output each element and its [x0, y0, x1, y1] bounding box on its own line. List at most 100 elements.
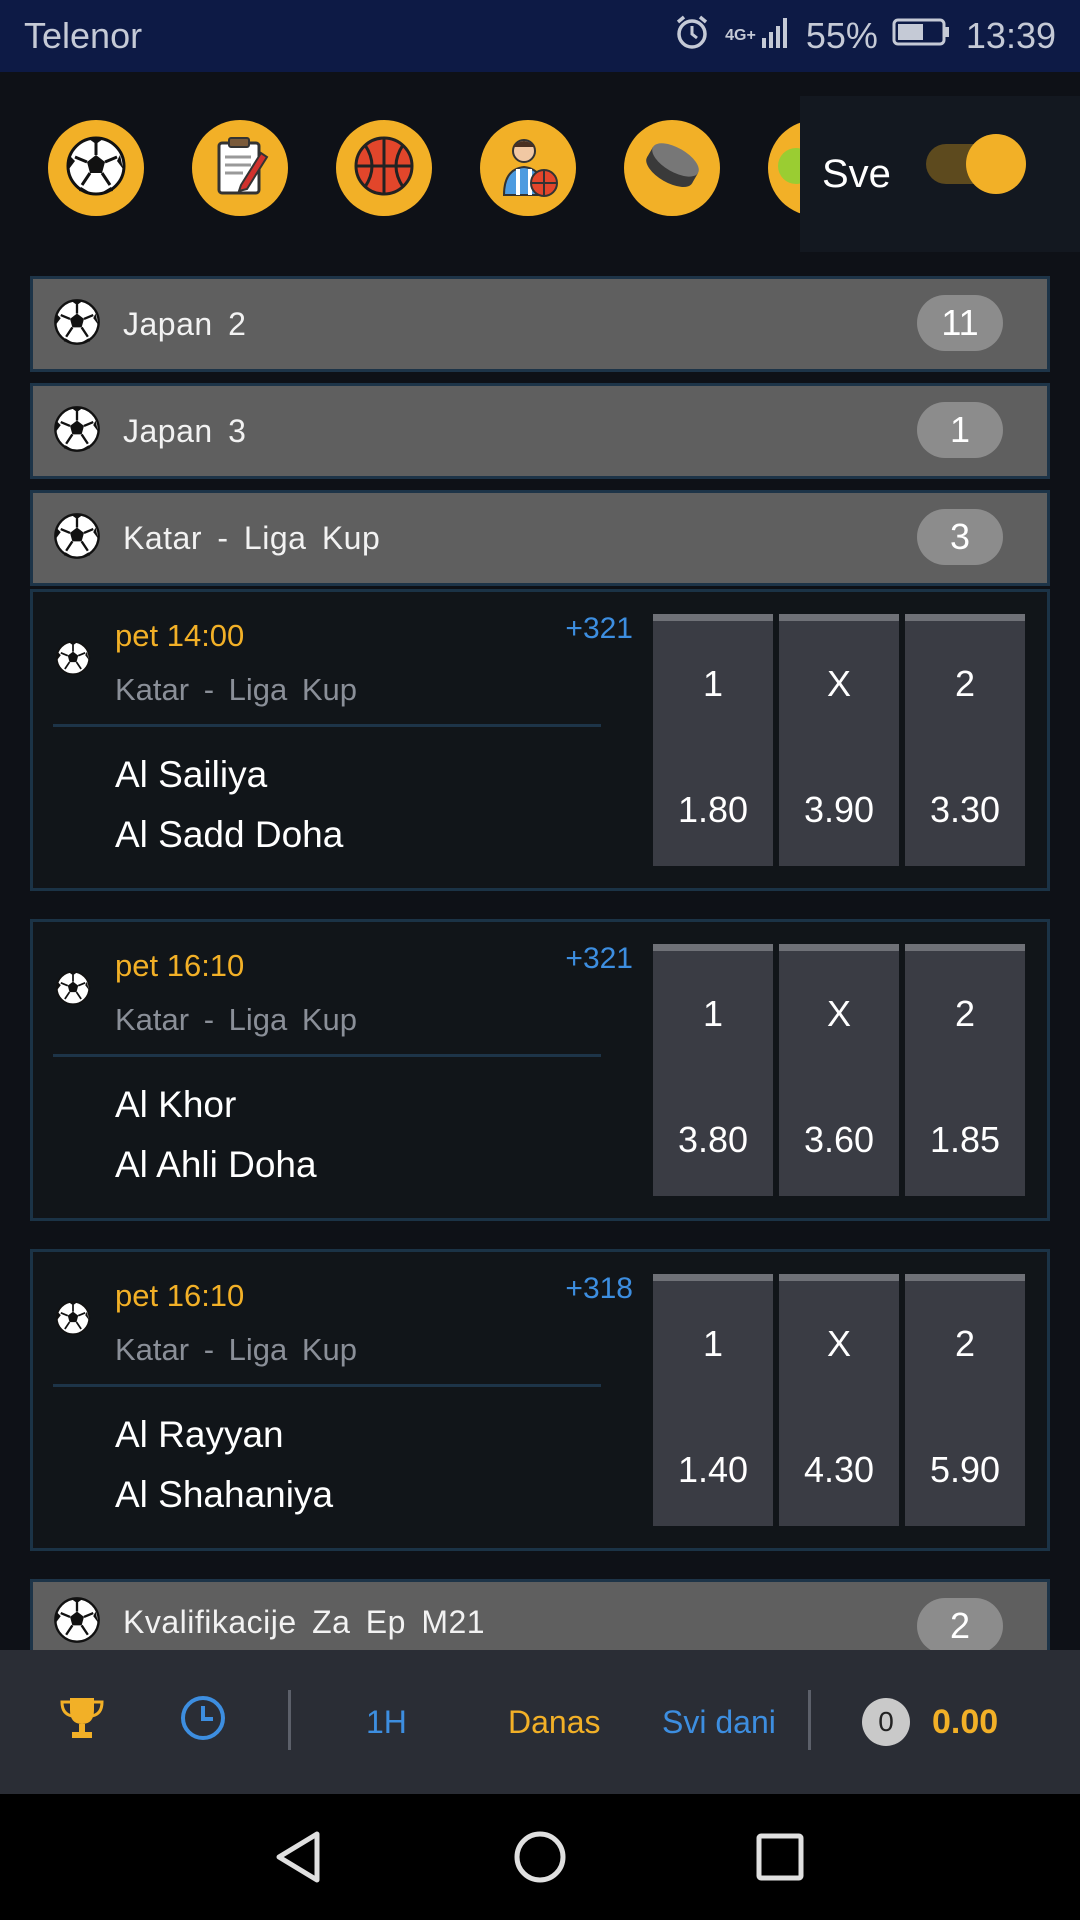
alarm-icon — [673, 13, 711, 60]
odd-label: X — [826, 1323, 851, 1364]
home-nav-button[interactable] — [505, 1822, 575, 1892]
home-team: Al Sailiya — [115, 754, 268, 795]
match-time: pet 16:10 — [115, 948, 245, 983]
sport-hockey-button[interactable] — [624, 120, 720, 216]
away-team: Al Shahaniya — [115, 1474, 334, 1515]
match-card[interactable]: pet 16:10 +318 Katar - Liga Kup Al Rayya… — [30, 1249, 1050, 1551]
away-team: Al Ahli Doha — [115, 1144, 317, 1185]
home-team: Al Rayyan — [115, 1414, 284, 1455]
battery-icon — [892, 15, 952, 57]
odd-value: 3.60 — [803, 1119, 875, 1160]
ticket-icon — [211, 135, 269, 202]
match-card[interactable]: pet 14:00 +321 Katar - Liga Kup Al Saili… — [30, 589, 1050, 891]
match-league: Katar - Liga Kup — [115, 672, 358, 707]
odd-label: 1 — [702, 1323, 724, 1364]
league-match-count: 1 — [917, 402, 1003, 458]
odd-button-away[interactable]: 2 1.85 — [905, 944, 1025, 1196]
sports-carousel[interactable] — [0, 72, 800, 252]
trophy-icon — [58, 1694, 106, 1750]
odd-button-home[interactable]: 1 1.80 — [653, 614, 773, 866]
league-header[interactable]: Kvalifikacije Za Ep M21 2 — [30, 1579, 1050, 1650]
league-name: Kvalifikacije Za Ep M21 — [123, 1603, 486, 1640]
match-time: pet 14:00 — [115, 618, 245, 653]
battery-percent: 55% — [805, 15, 878, 56]
odd-label: 2 — [954, 993, 976, 1034]
odd-button-draw[interactable]: X 3.90 — [779, 614, 899, 866]
odd-label: X — [826, 663, 851, 704]
sport-player-button[interactable] — [480, 120, 576, 216]
back-nav-button[interactable] — [265, 1822, 335, 1892]
odd-value: 5.90 — [929, 1449, 1001, 1490]
league-name: Japan 2 — [123, 305, 247, 342]
signal-icon — [760, 14, 792, 59]
bottom-toolbar: 1H Danas Svi dani 0 0.00 — [0, 1650, 1080, 1794]
system-nav-bar — [0, 1794, 1080, 1920]
home-circle-icon — [505, 1831, 575, 1896]
player-icon — [496, 133, 560, 204]
odd-button-home[interactable]: 1 3.80 — [653, 944, 773, 1196]
soccer-icon — [53, 298, 101, 351]
sport-soccer-button[interactable] — [48, 120, 144, 216]
league-name: Japan 3 — [123, 412, 247, 449]
odd-value: 3.90 — [803, 789, 875, 830]
status-icons: 4G+ 55% 13:39 — [673, 13, 1056, 60]
odd-button-away[interactable]: 2 3.30 — [905, 614, 1025, 866]
odd-value: 1.85 — [929, 1119, 1001, 1160]
soccer-icon — [53, 1596, 101, 1649]
odd-button-draw[interactable]: X 3.60 — [779, 944, 899, 1196]
odd-value: 3.30 — [929, 789, 1001, 830]
sport-tennis-button[interactable] — [768, 120, 800, 216]
clock-icon — [178, 1693, 228, 1751]
divider — [53, 724, 601, 727]
all-sports-toggle[interactable] — [926, 134, 1026, 194]
more-markets-link[interactable]: +318 — [533, 1272, 633, 1306]
league-header[interactable]: Japan 2 11 — [30, 276, 1050, 372]
sport-basketball-button[interactable] — [336, 120, 432, 216]
filter-all-days-button[interactable]: Svi dani — [662, 1650, 776, 1794]
live-schedule-button[interactable] — [178, 1650, 228, 1794]
away-team: Al Sadd Doha — [115, 814, 344, 855]
odd-label: 1 — [702, 663, 724, 704]
carrier-name: Telenor — [24, 15, 143, 56]
odd-button-away[interactable]: 2 5.90 — [905, 1274, 1025, 1526]
recents-square-icon — [745, 1833, 815, 1896]
more-markets-link[interactable]: +321 — [533, 612, 633, 646]
odd-button-home[interactable]: 1 1.40 — [653, 1274, 773, 1526]
match-card[interactable]: pet 16:10 +321 Katar - Liga Kup Al Khor … — [30, 919, 1050, 1221]
ticket-balance[interactable]: 0.00 — [932, 1650, 998, 1794]
match-list[interactable]: Japan 2 11 Japan 3 1 Katar - Liga Kup 3 … — [0, 252, 1080, 1650]
league-header[interactable]: Japan 3 1 — [30, 383, 1050, 479]
odd-label: 2 — [954, 1323, 976, 1364]
ticket-count-badge[interactable]: 0 — [862, 1698, 910, 1746]
sports-filter-bar: Sve — [0, 72, 1080, 252]
basketball-icon — [353, 135, 415, 202]
match-league: Katar - Liga Kup — [115, 1002, 358, 1037]
odd-value: 1.40 — [677, 1449, 749, 1490]
soccer-icon — [53, 512, 101, 565]
separator — [288, 1690, 291, 1750]
odd-value: 1.80 — [677, 789, 749, 830]
clock: 13:39 — [965, 15, 1056, 56]
filter-1h-button[interactable]: 1H — [366, 1650, 407, 1794]
odd-value: 4.30 — [803, 1449, 875, 1490]
match-time: pet 16:10 — [115, 1278, 245, 1313]
more-markets-link[interactable]: +321 — [533, 942, 633, 976]
soccer-icon — [55, 970, 91, 1011]
league-header[interactable]: Katar - Liga Kup 3 — [30, 490, 1050, 586]
soccer-icon — [55, 640, 91, 681]
soccer-icon — [53, 405, 101, 458]
match-league: Katar - Liga Kup — [115, 1332, 358, 1367]
filter-today-button[interactable]: Danas — [508, 1650, 601, 1794]
divider — [53, 1054, 601, 1057]
separator — [808, 1690, 811, 1750]
league-name: Katar - Liga Kup — [123, 519, 381, 556]
odd-button-draw[interactable]: X 4.30 — [779, 1274, 899, 1526]
recents-nav-button[interactable] — [745, 1822, 815, 1892]
odd-label: 2 — [954, 663, 976, 704]
network-type-label: 4G+ — [725, 27, 756, 44]
odd-label: 1 — [702, 993, 724, 1034]
odd-label: X — [826, 993, 851, 1034]
favorites-button[interactable] — [58, 1650, 106, 1794]
sport-ticket-button[interactable] — [192, 120, 288, 216]
status-bar: Telenor 4G+ 55% 13:39 — [0, 0, 1080, 72]
